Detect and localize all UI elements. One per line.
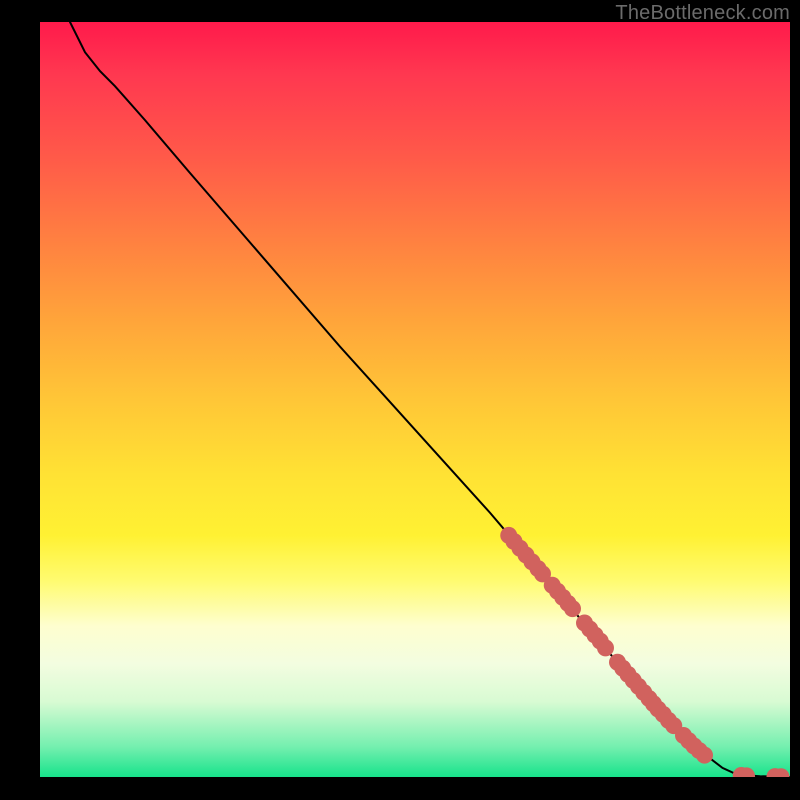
data-marker bbox=[564, 600, 581, 617]
plot-area bbox=[40, 22, 790, 777]
marker-group bbox=[500, 527, 789, 777]
curve-layer bbox=[40, 22, 790, 777]
chart-stage: TheBottleneck.com bbox=[0, 0, 800, 800]
bottleneck-curve bbox=[70, 22, 790, 777]
data-marker bbox=[597, 639, 614, 656]
data-marker bbox=[696, 747, 713, 764]
